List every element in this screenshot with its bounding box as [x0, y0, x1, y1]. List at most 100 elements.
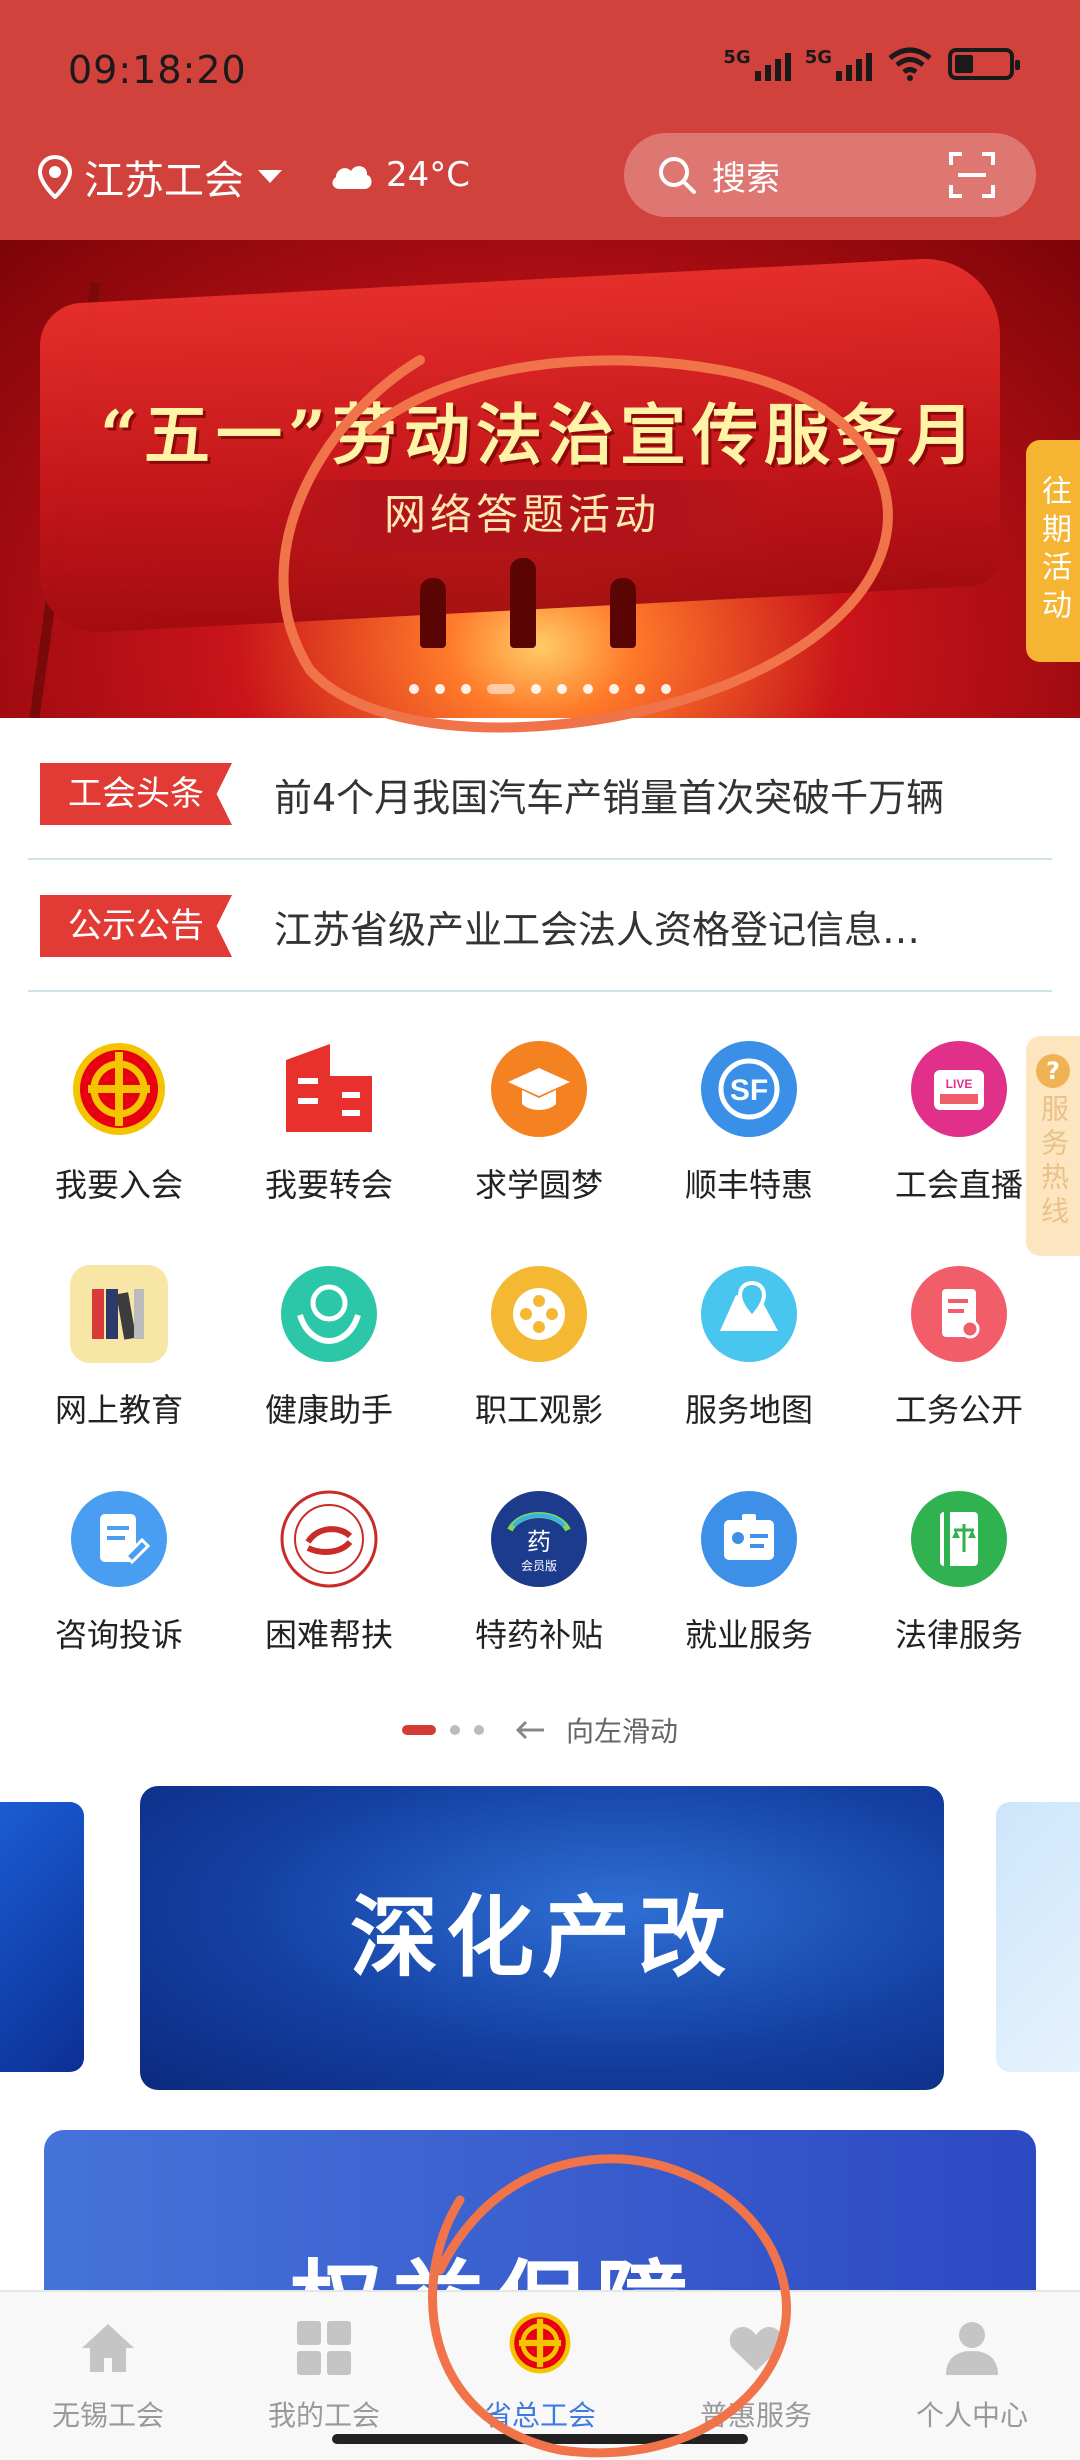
status-icons: 5G 5G [723, 46, 1020, 82]
rights-protection-card[interactable]: 权益保障 [44, 2130, 1036, 2290]
service-item[interactable]: 药会员版 特药补贴 [434, 1490, 644, 1656]
service-item[interactable]: 困难帮扶 [224, 1490, 434, 1656]
nav-label: 我的工会 [267, 2399, 380, 2432]
service-label: 健康助手 [264, 1391, 393, 1429]
rights-card-title: 权益保障 [290, 2230, 698, 2290]
nav-benefit-services[interactable]: 普惠服务 [648, 2306, 864, 2434]
search-icon [659, 157, 696, 194]
nav-label: 无锡工会 [51, 2399, 164, 2432]
weather-widget: 24°C [328, 155, 470, 195]
svg-text:SF: SF [730, 1074, 768, 1107]
service-label: 我要入会 [54, 1166, 183, 1204]
grid-pagination: 向左滑动 [0, 1710, 1080, 1750]
service-item[interactable]: 工务公开 [854, 1265, 1064, 1431]
banner-dot [531, 684, 541, 694]
banner-dot [661, 684, 671, 694]
person-icon [940, 2316, 1004, 2380]
service-item[interactable]: 网上教育 [14, 1265, 224, 1431]
service-item[interactable]: 咨询投诉 [14, 1490, 224, 1656]
service-label: 顺丰特惠 [684, 1166, 813, 1204]
service-item[interactable]: 健康助手 [224, 1265, 434, 1431]
medicine-label: 药 [527, 1528, 551, 1556]
signal-label: 5G [723, 47, 751, 68]
id-card-icon [700, 1490, 798, 1588]
service-label: 求学圆梦 [474, 1166, 603, 1204]
news-title: 前4个月我国汽车产销量首次突破千万辆 [274, 775, 945, 820]
pager-dot [473, 1725, 484, 1735]
wifi-icon [888, 47, 932, 81]
help-seal-icon [280, 1490, 378, 1588]
location-label: 江苏工会 [84, 158, 244, 204]
nav-wuxi-union[interactable]: 无锡工会 [0, 2306, 216, 2434]
service-item[interactable]: 求学圆梦 [434, 1040, 644, 1206]
carousel-card-main[interactable]: 深化产改 [140, 1786, 944, 2090]
banner-title: “五一”劳动法治宣传服务月 [100, 396, 980, 474]
service-item[interactable]: 我要入会 [14, 1040, 224, 1206]
service-label: 法律服务 [894, 1616, 1023, 1654]
status-time: 09:18:20 [68, 48, 247, 92]
nav-personal-center[interactable]: 个人中心 [864, 2306, 1080, 2434]
home-indicator [332, 2434, 748, 2444]
arrow-left-icon [515, 1720, 544, 1740]
live-tv-icon: LIVE [910, 1040, 1008, 1138]
signal-icon-2: 5G [805, 47, 872, 81]
health-hands-icon [280, 1265, 378, 1363]
nav-provincial-union[interactable]: 省总工会 [432, 2306, 648, 2434]
service-item[interactable]: 服务地图 [644, 1265, 854, 1431]
news-tag: 公示公告 [40, 895, 232, 957]
pager-dot [449, 1725, 460, 1735]
service-label: 工务公开 [894, 1391, 1023, 1429]
nav-my-union[interactable]: 我的工会 [216, 2306, 432, 2434]
news-tag: 工会头条 [40, 763, 232, 825]
pager-dot-active [401, 1725, 436, 1735]
service-label: 特药补贴 [474, 1616, 603, 1654]
service-hotline-tab[interactable]: ? 服务热线 [1026, 1036, 1080, 1256]
service-item[interactable]: SF 顺丰特惠 [644, 1040, 854, 1206]
carousel-card-prev[interactable] [0, 1802, 84, 2072]
worker-figure [610, 578, 636, 648]
service-label: 就业服务 [684, 1616, 813, 1654]
search-bar[interactable]: 搜索 [624, 133, 1036, 217]
banner-dot [583, 684, 593, 694]
activity-banner[interactable]: “五一”劳动法治宣传服务月 网络答题活动 [0, 240, 1080, 718]
signal-label-2: 5G [804, 47, 832, 68]
service-item[interactable]: 我要转会 [224, 1040, 434, 1206]
banner-dot [635, 684, 645, 694]
news-title: 江苏省级产业工会法人资格登记信息… [274, 907, 921, 952]
worker-figure [420, 578, 446, 648]
map-pin-icon [700, 1265, 798, 1363]
signal-icon: 5G [723, 47, 791, 81]
question-icon: ? [1036, 1054, 1070, 1088]
hotline-label: 服务热线 [1037, 1094, 1070, 1230]
swipe-hint: 向左滑动 [565, 1715, 678, 1748]
top-header: 09:18:20 5G 5G 江苏工会 24°C 搜索 [0, 0, 1080, 240]
film-reel-icon [490, 1265, 588, 1363]
battery-icon [948, 48, 1020, 80]
edit-note-icon [70, 1490, 168, 1588]
member-edition-label: 会员版 [521, 1559, 557, 1573]
sf-express-icon: SF [700, 1040, 798, 1138]
nav-label: 个人中心 [915, 2399, 1028, 2432]
cloud-icon [332, 166, 372, 189]
news-row-headline[interactable]: 工会头条 前4个月我国汽车产销量首次突破千万辆 [28, 730, 1052, 860]
location-selector[interactable]: 江苏工会 [38, 148, 284, 206]
union-emblem-icon [70, 1040, 168, 1138]
service-label: 咨询投诉 [54, 1616, 183, 1654]
service-item[interactable]: 职工观影 [434, 1265, 644, 1431]
service-item[interactable]: 法律服务 [854, 1490, 1064, 1656]
chevron-down-icon [258, 170, 282, 183]
banner-pagination [0, 684, 1080, 694]
service-label: 我要转会 [264, 1166, 393, 1204]
service-item[interactable]: 就业服务 [644, 1490, 854, 1656]
news-row-notice[interactable]: 公示公告 江苏省级产业工会法人资格登记信息… [28, 862, 1052, 992]
scan-icon[interactable] [948, 151, 996, 199]
service-label: 困难帮扶 [264, 1616, 393, 1654]
union-emblem-icon [508, 2312, 572, 2380]
heart-icon [724, 2316, 788, 2380]
banner-dot [461, 684, 471, 694]
carousel-card-next[interactable] [996, 1802, 1080, 2072]
books-icon [70, 1265, 168, 1363]
document-icon [910, 1265, 1008, 1363]
past-activities-tab[interactable]: 往期活动 [1026, 440, 1080, 662]
banner-dot [609, 684, 619, 694]
